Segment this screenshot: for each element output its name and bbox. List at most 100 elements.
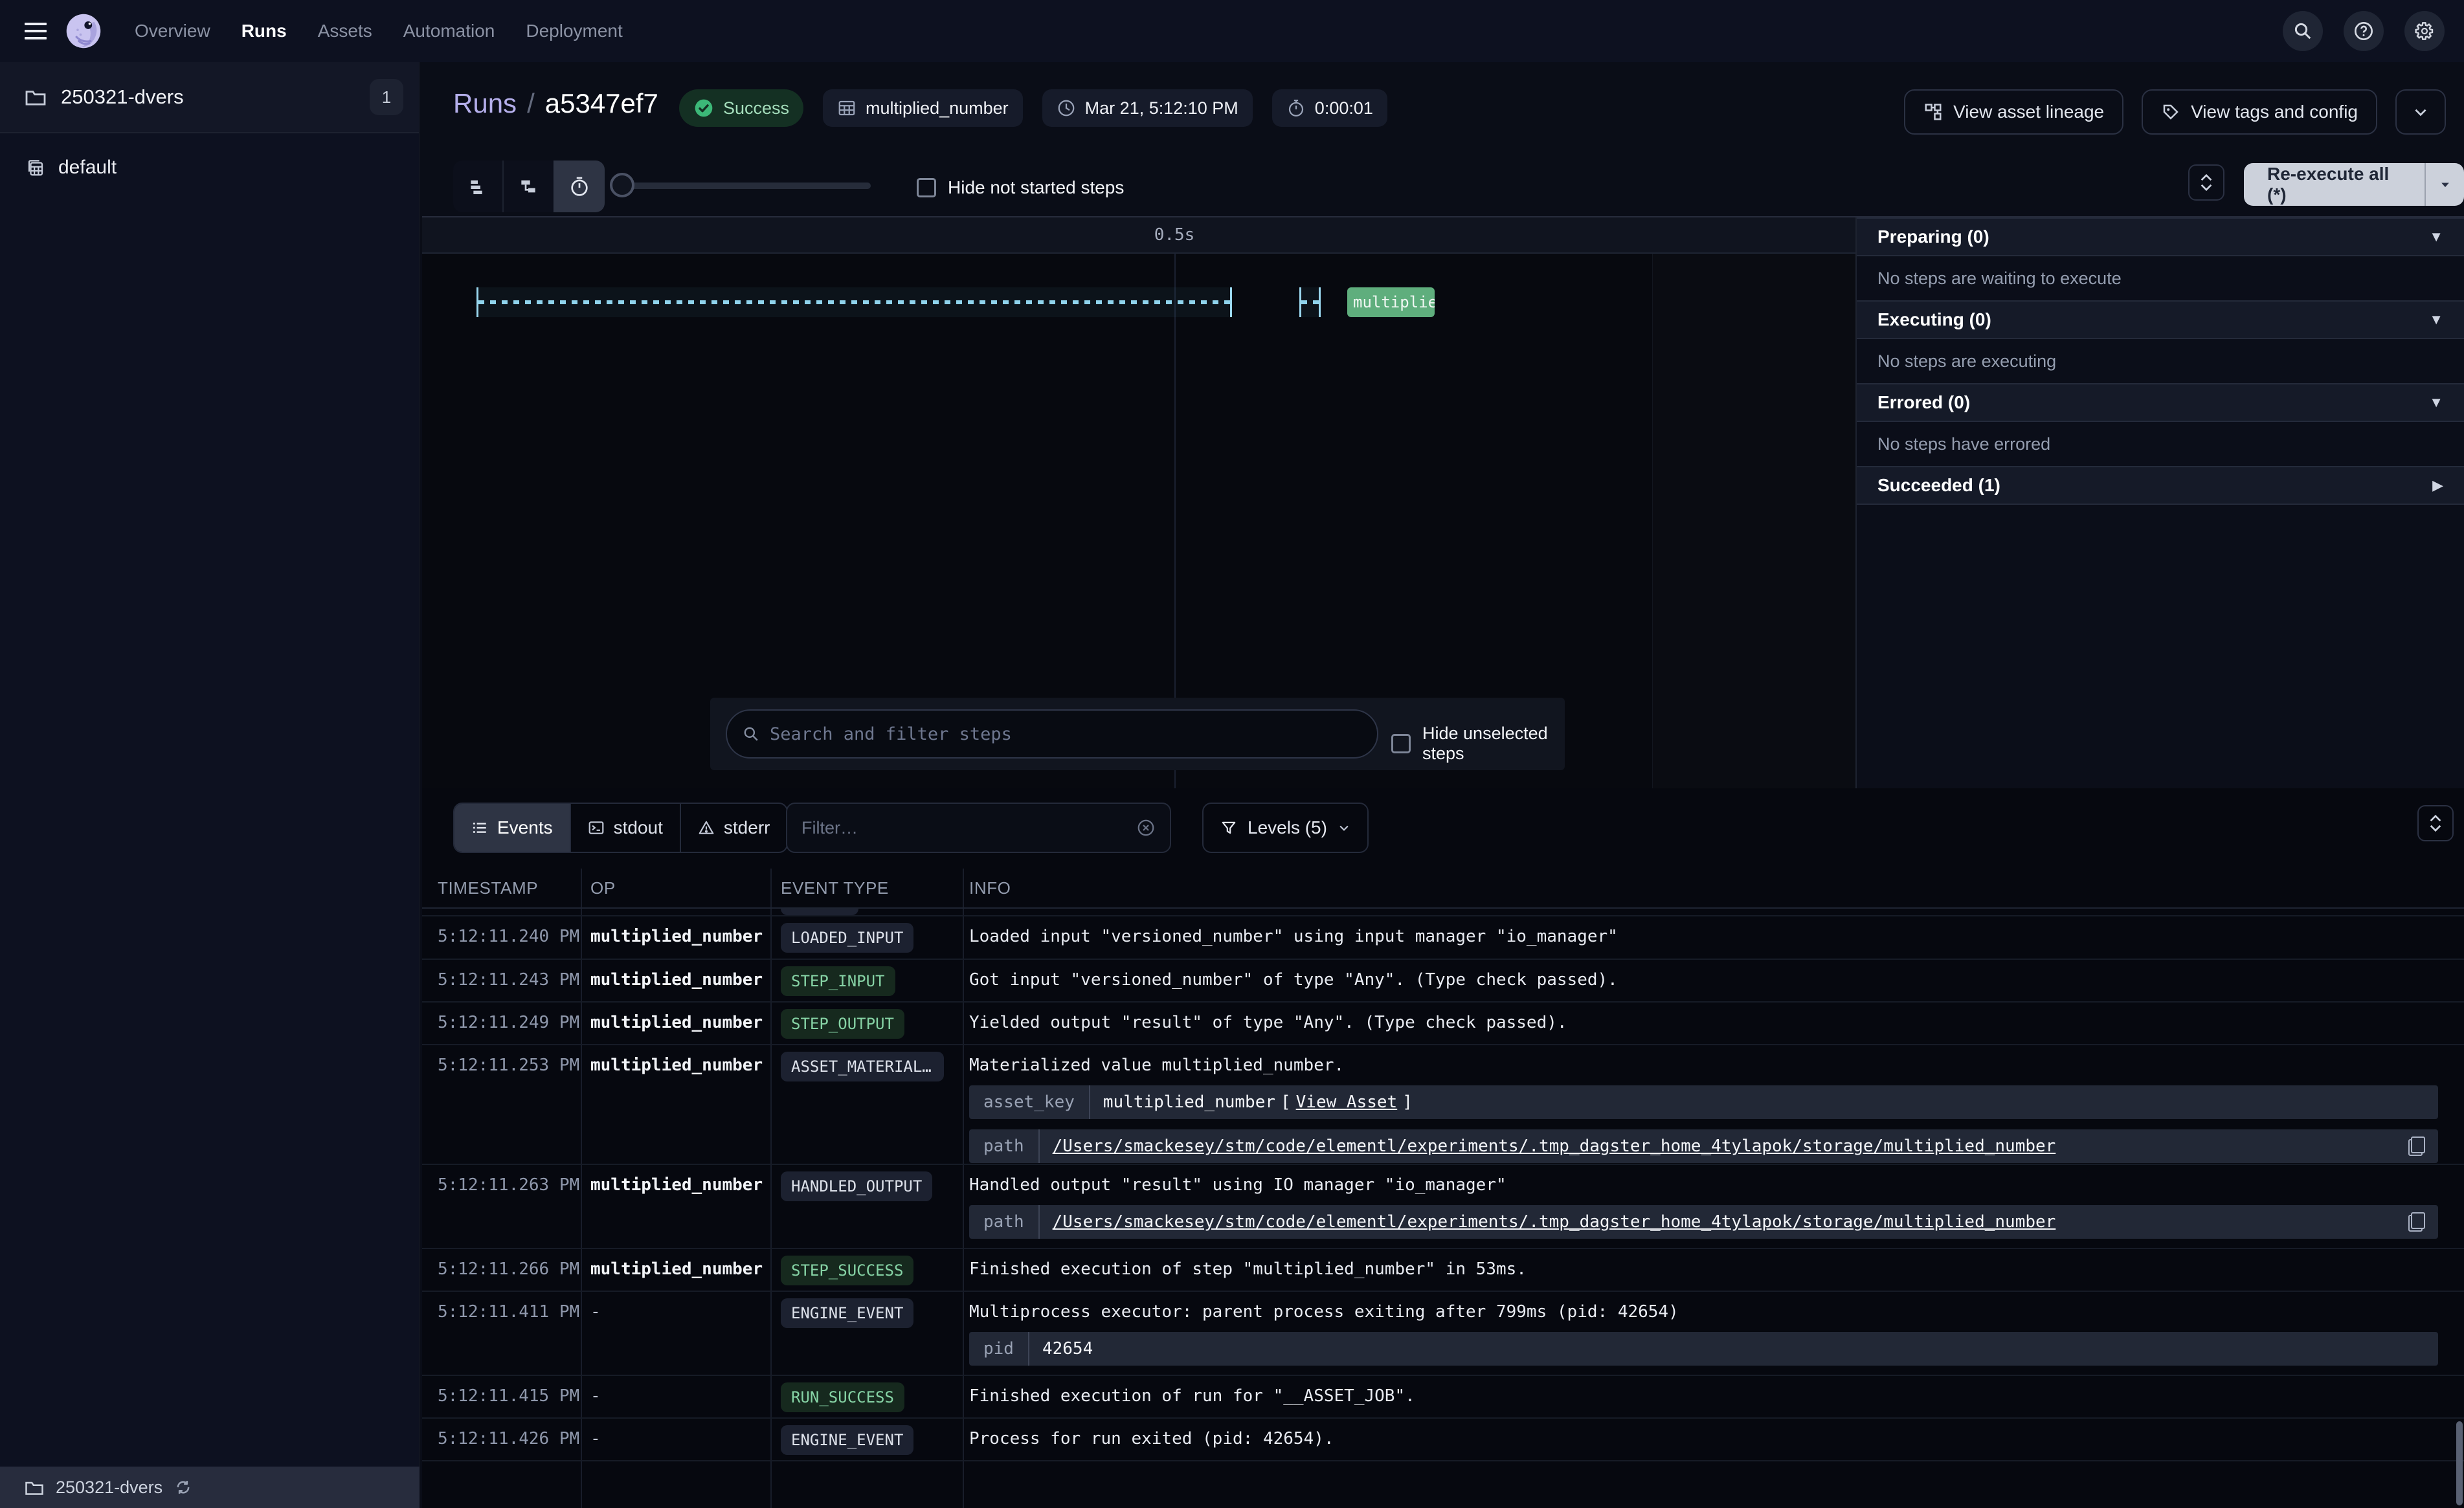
section-empty-message: No steps are executing [1857, 339, 2464, 383]
reexecute-all-button[interactable]: Re-execute all (*) [2244, 163, 2425, 206]
event-timestamp: 5:12:11.415 PM [422, 1376, 581, 1417]
event-row: 5:12:11.415 PM-RUN_SUCCESSFinished execu… [422, 1376, 2464, 1419]
section-header-executing[interactable]: Executing (0)▼ [1857, 300, 2464, 339]
nav-item-deployment[interactable]: Deployment [526, 21, 622, 41]
reexecute-dropdown-button[interactable] [2425, 163, 2464, 206]
partial-event-row [422, 909, 2464, 916]
metadata-value: multiplied_number[View Asset] [1090, 1085, 2438, 1119]
zoom-slider[interactable] [615, 183, 871, 189]
waterfall-view-icon [518, 176, 539, 197]
gantt-step-bar[interactable]: multiplied_number [1347, 287, 1435, 317]
event-timestamp: 5:12:11.253 PM [422, 1045, 581, 1164]
gantt-expand-button[interactable] [2188, 164, 2224, 201]
levels-dropdown[interactable]: Levels (5) [1202, 803, 1369, 853]
bracket: [ [1281, 1092, 1291, 1112]
events-expand-button[interactable] [2417, 805, 2454, 841]
view-asset-link[interactable]: View Asset [1296, 1092, 1398, 1112]
metadata-key: path [969, 1205, 1040, 1239]
event-row: 5:12:11.263 PMmultiplied_numberHANDLED_O… [422, 1165, 2464, 1249]
breadcrumb-runs-link[interactable]: Runs [453, 88, 517, 119]
section-empty-message: No steps are waiting to execute [1857, 256, 2464, 300]
gantt-search-panel: Hide unselected steps [710, 698, 1565, 770]
metadata-value-text: 42654 [1042, 1339, 1093, 1358]
sidebar-repo-item[interactable]: 250321-dvers 1 [0, 62, 419, 133]
metadata-key: path [969, 1129, 1040, 1163]
nav-item-overview[interactable]: Overview [135, 21, 210, 41]
run-actions-menu-button[interactable] [2395, 89, 2446, 135]
reexecute-split-button: Re-execute all (*) [2244, 163, 2464, 206]
help-icon [2353, 21, 2374, 41]
copy-icon[interactable] [2408, 1212, 2425, 1232]
dagster-logo[interactable] [65, 12, 102, 50]
hide-unselected-checkbox[interactable] [1391, 734, 1411, 753]
footer-repo-label: 250321-dvers [56, 1478, 162, 1498]
tab-events[interactable]: Events [454, 804, 571, 852]
clock-icon [1057, 98, 1076, 118]
event-op: multiplied_number [581, 960, 770, 1001]
help-button[interactable] [2344, 11, 2384, 51]
section-header-errored[interactable]: Errored (0)▼ [1857, 383, 2464, 422]
path-link[interactable]: /Users/smackesey/stm/code/elementl/exper… [1053, 1212, 2056, 1232]
event-op: multiplied_number [581, 1249, 770, 1291]
col-info: INFO [963, 878, 2464, 898]
event-timestamp: 5:12:11.411 PM [422, 1292, 581, 1375]
lineage-icon [1923, 102, 1943, 122]
metadata-key: asset_key [969, 1085, 1090, 1119]
status-badge: Success [679, 89, 803, 127]
event-info-text: Multiprocess executor: parent process ex… [969, 1302, 2438, 1322]
path-link[interactable]: /Users/smackesey/stm/code/elementl/exper… [1053, 1137, 2056, 1156]
check-circle-icon [693, 98, 714, 118]
sync-icon[interactable] [174, 1478, 192, 1496]
vertical-scrollbar[interactable] [2456, 1421, 2463, 1505]
event-type-badge: ENGINE_EVENT [781, 1298, 913, 1328]
clear-filter-icon[interactable] [1136, 818, 1156, 837]
waterfall-view-button[interactable] [504, 161, 554, 212]
caret-down-icon: ▼ [2429, 311, 2443, 328]
event-row: 5:12:11.243 PMmultiplied_numberSTEP_INPU… [422, 960, 2464, 1003]
tab-stdout[interactable]: stdout [571, 804, 681, 852]
tab-stderr[interactable]: stderr [681, 804, 787, 852]
settings-button[interactable] [2404, 11, 2445, 51]
nav-item-runs[interactable]: Runs [241, 21, 287, 41]
step-search-input[interactable] [770, 724, 1361, 744]
event-type-badge: LOADED_INPUT [781, 923, 913, 953]
timed-view-button[interactable] [554, 161, 605, 212]
stopwatch-icon [1286, 98, 1306, 118]
nav-item-automation[interactable]: Automation [403, 21, 495, 41]
step-search-box[interactable] [726, 709, 1378, 759]
sidebar-job-default[interactable]: default [0, 142, 419, 193]
metadata-value: /Users/smackesey/stm/code/elementl/exper… [1040, 1205, 2438, 1239]
copy-icon[interactable] [2408, 1137, 2425, 1156]
event-metadata-row: asset_keymultiplied_number[View Asset] [969, 1085, 2438, 1119]
view-asset-lineage-button[interactable]: View asset lineage [1904, 89, 2123, 135]
start-time-tag: Mar 21, 5:12:10 PM [1042, 89, 1253, 127]
events-table-header: TIMESTAMP OP EVENT TYPE INFO [422, 869, 2464, 909]
zoom-slider-knob[interactable] [610, 173, 634, 197]
metadata-value-text: multiplied_number [1103, 1092, 1275, 1112]
nav-item-assets[interactable]: Assets [318, 21, 372, 41]
section-header-preparing[interactable]: Preparing (0)▼ [1857, 217, 2464, 256]
event-row: 5:12:11.249 PMmultiplied_numberSTEP_OUTP… [422, 1003, 2464, 1045]
top-nav: Overview Runs Assets Automation Deployment [0, 0, 2464, 62]
event-type-badge: ENGINE_EVENT [781, 1425, 913, 1455]
event-row: 5:12:11.240 PMmultiplied_numberLOADED_IN… [422, 916, 2464, 960]
hamburger-menu-icon[interactable] [25, 23, 47, 39]
log-filter-input[interactable] [801, 818, 1127, 838]
asset-tag[interactable]: multiplied_number [823, 89, 1023, 127]
hide-not-started-checkbox[interactable] [917, 178, 936, 197]
log-filter-box[interactable] [786, 803, 1171, 853]
step-status-panel: Preparing (0)▼No steps are waiting to ex… [1855, 217, 2464, 788]
event-info-text: Loaded input "versioned_number" using in… [969, 927, 2438, 946]
event-op: - [581, 1292, 770, 1375]
event-type-badge: STEP_SUCCESS [781, 1256, 913, 1285]
flat-view-button[interactable] [453, 161, 504, 212]
search-icon [2293, 21, 2313, 41]
event-type-badge: HANDLED_OUTPUT [781, 1171, 932, 1201]
section-header-succeeded[interactable]: Succeeded (1)▶ [1857, 466, 2464, 505]
event-type-badge: ASSET_MATERIALIZATION [781, 1052, 944, 1081]
terminal-icon [588, 819, 605, 836]
events-panel: Events stdout stderr [422, 788, 2464, 1508]
search-button[interactable] [2283, 11, 2323, 51]
run-id: a5347ef7 [545, 88, 658, 119]
view-tags-config-button[interactable]: View tags and config [2142, 89, 2377, 135]
